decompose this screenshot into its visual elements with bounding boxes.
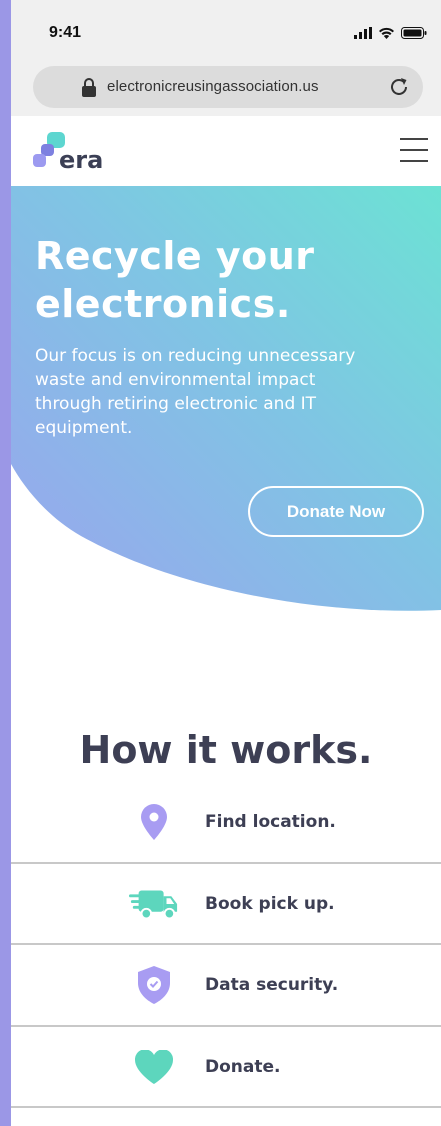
donate-now-button[interactable]: Donate Now: [248, 486, 424, 537]
address-bar[interactable]: electronicreusingassociation.us: [33, 66, 423, 108]
status-icons: [354, 26, 427, 40]
step-label: Find location.: [205, 812, 336, 832]
signal-icon: [354, 27, 372, 39]
step-label: Donate.: [205, 1056, 281, 1077]
hero-title: Recycle your electronics.: [35, 232, 425, 328]
step-find-location[interactable]: Find location.: [11, 782, 441, 864]
battery-icon: [401, 27, 427, 39]
wifi-icon: [379, 27, 394, 39]
url-text: electronicreusingassociation.us: [107, 78, 319, 95]
step-data-security[interactable]: Data security.: [11, 945, 441, 1027]
step-label: Book pick up.: [205, 893, 335, 914]
hamburger-menu-icon[interactable]: [400, 138, 428, 162]
status-time: 9:41: [49, 24, 82, 41]
hero-title-line-2: electronics.: [35, 282, 291, 326]
step-donate[interactable]: Donate.: [11, 1027, 441, 1108]
hero-description: Our focus is on reducing unnecessary was…: [35, 346, 356, 438]
browser-bar: electronicreusingassociation.us: [11, 58, 441, 116]
truck-icon: [129, 884, 179, 924]
step-book-pickup[interactable]: Book pick up.: [11, 864, 441, 945]
status-bar: 9:41: [11, 0, 441, 58]
reload-icon[interactable]: [387, 75, 411, 99]
hero-title-line-1: Recycle your: [35, 234, 315, 278]
lock-icon: [82, 78, 96, 97]
site-header: era: [11, 116, 441, 186]
phone-screen: 9:41 electronicreusingassociation.us era…: [11, 0, 441, 1126]
heart-icon: [129, 1047, 179, 1087]
logo-text: era: [59, 146, 104, 174]
how-it-works-title: How it works.: [79, 728, 373, 772]
era-logo[interactable]: era: [33, 132, 104, 174]
hero-section: Recycle your electronics. Our focus is o…: [11, 186, 441, 616]
how-it-works-steps: Find location. Book pick up. Data securi…: [11, 782, 441, 1108]
location-pin-icon: [129, 802, 179, 842]
shield-check-icon: [129, 965, 179, 1005]
step-label: Data security.: [205, 975, 339, 995]
